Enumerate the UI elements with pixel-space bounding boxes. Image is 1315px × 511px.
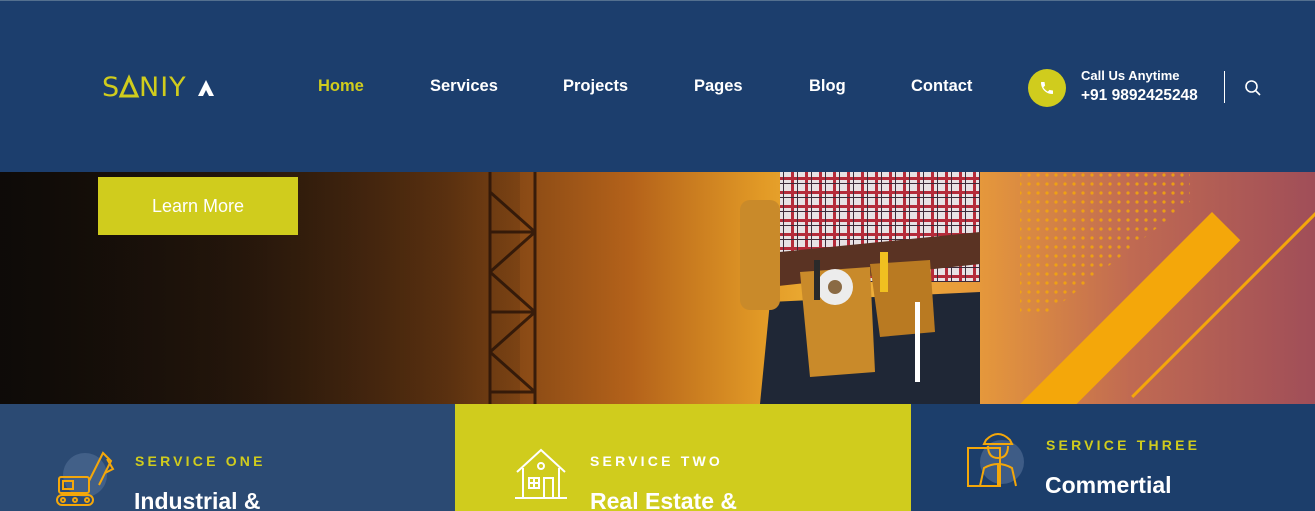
service-title: Real Estate &: [590, 488, 738, 511]
nav-item-services[interactable]: Services: [430, 77, 498, 96]
service-card-three[interactable]: SERVICE THREE Commertial: [911, 404, 1315, 511]
nav-item-pages[interactable]: Pages: [694, 77, 743, 96]
search-icon[interactable]: [1244, 79, 1262, 97]
svg-text:S: S: [102, 72, 120, 100]
site-logo[interactable]: S NIY: [102, 69, 214, 101]
phone-icon[interactable]: [1028, 69, 1066, 107]
nav-item-contact[interactable]: Contact: [911, 77, 972, 96]
worker-image: [740, 172, 980, 404]
logo-wordmark: S NIY: [102, 72, 214, 100]
nav-item-blog[interactable]: Blog: [809, 77, 846, 96]
hero-banner: Learn More: [0, 172, 1315, 404]
service-card-one[interactable]: SERVICE ONE Industrial &: [0, 404, 455, 511]
svg-text:NIY: NIY: [139, 72, 187, 100]
service-label: SERVICE TWO: [590, 453, 723, 469]
house-icon: [515, 448, 567, 499]
scaffold-graphic: [488, 172, 537, 404]
service-label: SERVICE THREE: [1046, 437, 1201, 453]
service-title: Commertial: [1045, 472, 1172, 498]
excavator-icon: [56, 451, 115, 506]
learn-more-button[interactable]: Learn More: [98, 177, 298, 235]
service-card-two[interactable]: SERVICE TWO Real Estate &: [455, 404, 911, 511]
site-header: S NIY Home Services Projects Pages Blog …: [0, 0, 1315, 172]
phone-number[interactable]: +91 9892425248: [1081, 87, 1198, 105]
nav-item-projects[interactable]: Projects: [563, 77, 628, 96]
nav-item-home[interactable]: Home: [318, 77, 364, 96]
call-label: Call Us Anytime: [1081, 68, 1180, 83]
service-title: Industrial &: [134, 488, 261, 511]
service-label: SERVICE ONE: [135, 453, 266, 469]
header-divider: [1224, 71, 1225, 103]
worker-icon: [967, 433, 1024, 487]
